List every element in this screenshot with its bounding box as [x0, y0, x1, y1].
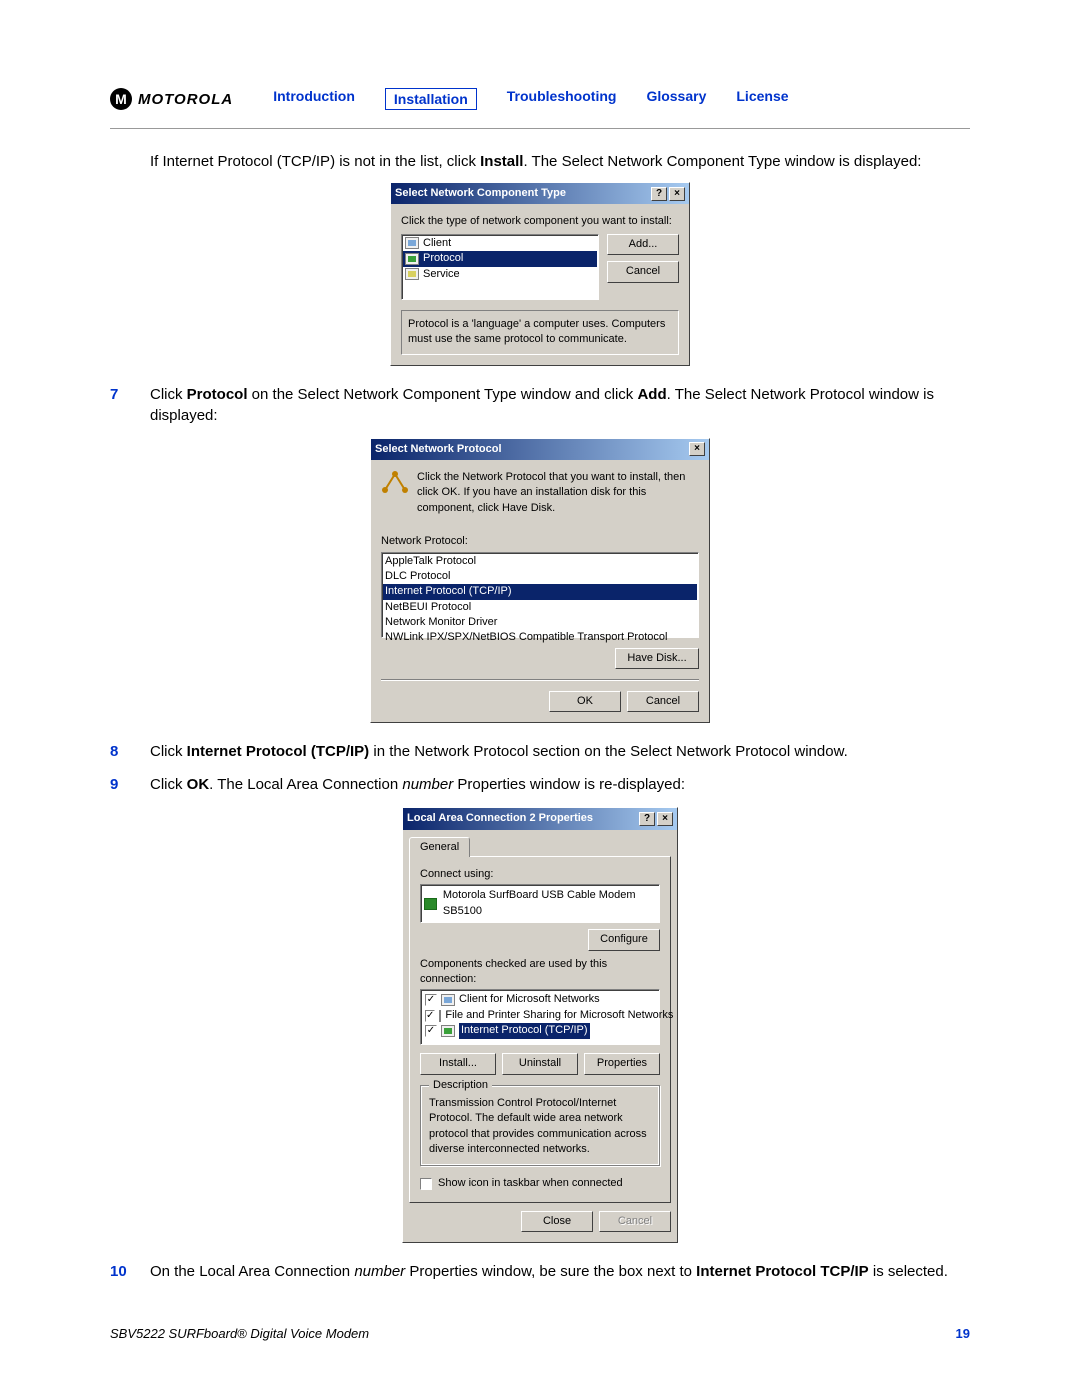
nav-introduction[interactable]: Introduction	[273, 88, 355, 110]
checkbox-icon[interactable]: ✓	[425, 994, 437, 1006]
step-9-text: Click OK. The Local Area Connection numb…	[150, 774, 970, 795]
dlg3-desc-label: Description	[429, 1078, 492, 1093]
dlg1-item-protocol[interactable]: Protocol	[403, 251, 597, 266]
dlg1-item-client[interactable]: Client	[403, 236, 597, 251]
dlg1-title: Select Network Component Type	[395, 186, 566, 201]
dlg1-instruction: Click the type of network component you …	[401, 214, 679, 229]
dlg3-item-client[interactable]: ✓ Client for Microsoft Networks	[423, 992, 657, 1007]
dlg2-cancel-button[interactable]: Cancel	[627, 691, 699, 712]
nav-troubleshooting[interactable]: Troubleshooting	[507, 88, 617, 110]
step-8-num: 8	[110, 741, 150, 762]
client-icon	[405, 237, 419, 249]
dlg3-close-button[interactable]: Close	[521, 1211, 593, 1232]
dlg3-showicon-checkbox[interactable]	[420, 1178, 432, 1190]
dlg3-uninstall-button[interactable]: Uninstall	[502, 1053, 578, 1074]
footer-doc-title: SBV5222 SURFboard® Digital Voice Modem	[110, 1326, 369, 1341]
page-header: M MOTOROLA Introduction Installation Tro…	[110, 88, 970, 110]
client-icon	[441, 994, 455, 1006]
protocol-icon	[405, 253, 419, 265]
dlg-lan-properties: Local Area Connection 2 Properties ? × G…	[402, 807, 678, 1243]
dlg3-components-list[interactable]: ✓ Client for Microsoft Networks ✓ File a…	[420, 989, 660, 1045]
dlg2-item-dlc[interactable]: DLC Protocol	[383, 569, 697, 584]
network-card-icon	[424, 898, 437, 910]
nav-glossary[interactable]: Glossary	[646, 88, 706, 110]
network-protocol-icon	[381, 470, 409, 498]
service-icon	[439, 1010, 441, 1022]
dlg2-item-netbeui[interactable]: NetBEUI Protocol	[383, 600, 697, 615]
dlg2-item-tcpip[interactable]: Internet Protocol (TCP/IP)	[383, 584, 697, 599]
step-10-num: 10	[110, 1261, 150, 1282]
brand-logo: M MOTOROLA	[110, 88, 233, 110]
dlg2-item-nwlink[interactable]: NWLink IPX/SPX/NetBIOS Compatible Transp…	[383, 630, 697, 645]
dlg3-properties-button[interactable]: Properties	[584, 1053, 660, 1074]
dlg1-add-button[interactable]: Add...	[607, 234, 679, 255]
dlg-select-component-type: Select Network Component Type ? × Click …	[390, 182, 690, 366]
dlg3-item-tcpip[interactable]: ✓ Internet Protocol (TCP/IP)	[423, 1023, 657, 1038]
dlg1-item-service[interactable]: Service	[403, 267, 597, 282]
dlg3-adapter-field: Motorola SurfBoard USB Cable Modem SB510…	[420, 884, 660, 923]
dlg1-help-icon[interactable]: ?	[651, 187, 667, 201]
header-rule	[110, 128, 970, 129]
page-footer: SBV5222 SURFboard® Digital Voice Modem 1…	[110, 1326, 970, 1341]
intro-paragraph: If Internet Protocol (TCP/IP) is not in …	[150, 151, 970, 172]
step-8-text: Click Internet Protocol (TCP/IP) in the …	[150, 741, 970, 762]
dlg3-close-icon[interactable]: ×	[657, 812, 673, 826]
brand-text: MOTOROLA	[138, 91, 233, 108]
dlg3-help-icon[interactable]: ?	[639, 812, 655, 826]
dlg3-description: Transmission Control Protocol/Internet P…	[429, 1096, 651, 1158]
dlg2-ok-button[interactable]: OK	[549, 691, 621, 712]
dlg2-item-monitor[interactable]: Network Monitor Driver	[383, 615, 697, 630]
dlg1-component-list[interactable]: Client Protocol Service	[401, 234, 599, 300]
dlg2-list-label: Network Protocol:	[381, 534, 699, 549]
dlg3-tab-general[interactable]: General	[409, 837, 470, 857]
dlg3-connect-label: Connect using:	[420, 867, 660, 882]
nav-installation[interactable]: Installation	[385, 88, 477, 110]
nav-license[interactable]: License	[736, 88, 788, 110]
dlg2-item-appletalk[interactable]: AppleTalk Protocol	[383, 554, 697, 569]
dlg2-protocol-list[interactable]: AppleTalk Protocol DLC Protocol Internet…	[381, 552, 699, 638]
dlg-select-network-protocol: Select Network Protocol × Click the Netw…	[370, 438, 710, 724]
step-7-text: Click Protocol on the Select Network Com…	[150, 384, 970, 426]
dlg3-title: Local Area Connection 2 Properties	[407, 811, 593, 826]
dlg1-cancel-button[interactable]: Cancel	[607, 261, 679, 282]
step-10-text: On the Local Area Connection number Prop…	[150, 1261, 970, 1282]
dlg2-havedisk-button[interactable]: Have Disk...	[615, 648, 699, 669]
dlg2-close-icon[interactable]: ×	[689, 442, 705, 456]
dlg1-close-icon[interactable]: ×	[669, 187, 685, 201]
motorola-logo-icon: M	[110, 88, 132, 110]
dlg3-configure-button[interactable]: Configure	[588, 929, 660, 950]
footer-page-number: 19	[956, 1326, 970, 1341]
dlg3-components-label: Components checked are used by this conn…	[420, 957, 660, 988]
service-icon	[405, 268, 419, 280]
dlg1-description: Protocol is a 'language' a computer uses…	[401, 310, 679, 355]
protocol-icon	[441, 1025, 455, 1037]
dlg3-cancel-button: Cancel	[599, 1211, 671, 1232]
step-7-num: 7	[110, 384, 150, 426]
checkbox-icon[interactable]: ✓	[425, 1025, 437, 1037]
dlg2-instruction: Click the Network Protocol that you want…	[417, 470, 699, 516]
dlg3-install-button[interactable]: Install...	[420, 1053, 496, 1074]
dlg3-showicon-label: Show icon in taskbar when connected	[438, 1176, 623, 1191]
step-9-num: 9	[110, 774, 150, 795]
dlg2-title: Select Network Protocol	[375, 442, 502, 457]
checkbox-icon[interactable]: ✓	[425, 1010, 435, 1022]
dlg3-item-fps[interactable]: ✓ File and Printer Sharing for Microsoft…	[423, 1008, 657, 1023]
